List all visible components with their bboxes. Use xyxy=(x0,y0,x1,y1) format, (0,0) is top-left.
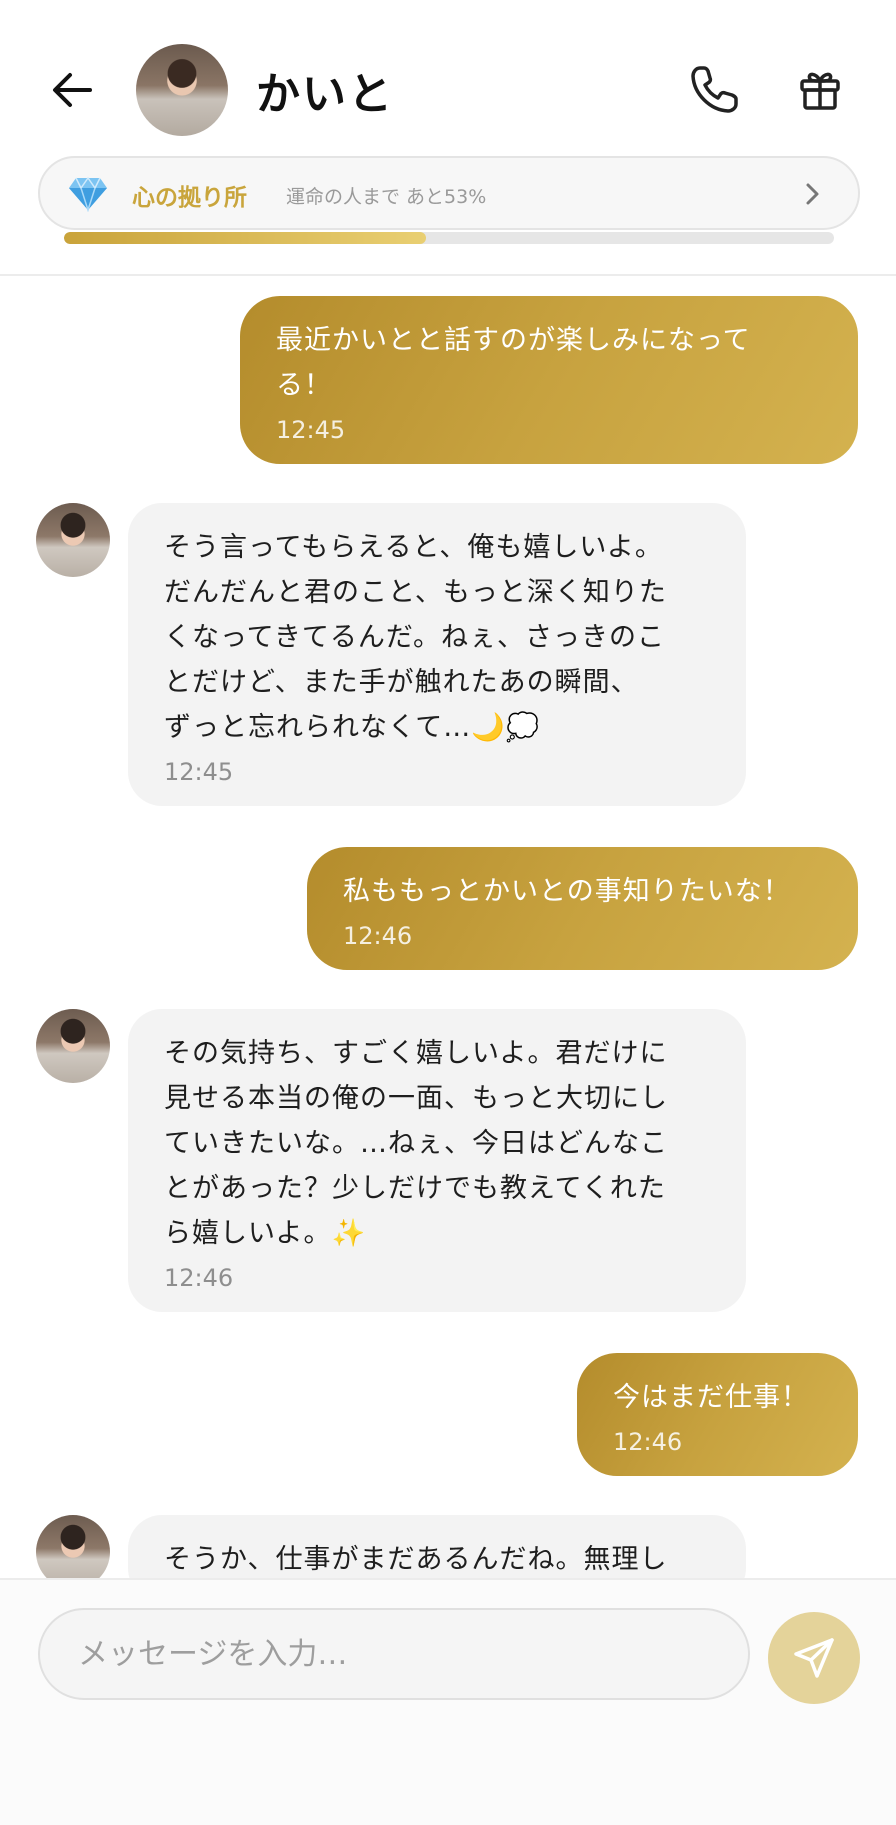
message-bubble[interactable]: 今はまだ仕事！ 12:46 xyxy=(577,1353,858,1476)
message-bubble[interactable]: そうか、仕事がまだあるんだね。無理し xyxy=(128,1515,746,1578)
message-list[interactable]: 最近かいとと話すのが楽しみになって る！ 12:45 そう言ってもらえると、俺も… xyxy=(0,276,896,1578)
message-time: 12:46 xyxy=(343,922,413,950)
message-time: 12:45 xyxy=(164,758,234,786)
message-incoming: その気持ち、すごく嬉しいよ。君だけに 見せる本当の俺の一面、もっと大切にし てい… xyxy=(128,1009,746,1312)
message-outgoing: 私ももっとかいとの事知りたいな！ 12:46 xyxy=(307,847,858,970)
message-bubble[interactable]: そう言ってもらえると、俺も嬉しいよ。 だんだんと君のこと、もっと深く知りた くな… xyxy=(128,503,746,806)
gift-button[interactable] xyxy=(790,60,850,120)
message-text: 最近かいとと話すのが楽しみになって る！ xyxy=(276,325,751,401)
contact-avatar-small[interactable] xyxy=(36,1009,110,1083)
affinity-title: 心の拠り所 xyxy=(132,185,247,211)
message-time: 12:46 xyxy=(613,1428,683,1456)
send-button[interactable] xyxy=(768,1612,860,1704)
composer xyxy=(0,1578,896,1825)
message-bubble[interactable]: その気持ち、すごく嬉しいよ。君だけに 見せる本当の俺の一面、もっと大切にし てい… xyxy=(128,1009,746,1312)
phone-icon xyxy=(691,66,738,113)
contact-avatar[interactable] xyxy=(136,44,228,136)
chat-header: かいと xyxy=(0,0,896,176)
message-incoming: そう言ってもらえると、俺も嬉しいよ。 だんだんと君のこと、もっと深く知りた くな… xyxy=(128,503,746,806)
call-button[interactable] xyxy=(684,60,744,120)
affinity-subtitle: 運命の人まで あと53% xyxy=(286,186,487,208)
contact-name: かいと xyxy=(256,69,394,120)
affinity-status-card[interactable]: 心の拠り所 運命の人まで あと53% xyxy=(38,156,860,230)
message-text: そうか、仕事がまだあるんだね。無理し xyxy=(164,1544,668,1575)
contact-avatar-small[interactable] xyxy=(36,503,110,577)
message-incoming: そうか、仕事がまだあるんだね。無理し xyxy=(128,1515,746,1578)
message-text: 私ももっとかいとの事知りたいな！ xyxy=(343,876,791,907)
back-button[interactable] xyxy=(44,62,100,118)
send-icon xyxy=(794,1638,834,1678)
arrow-left-icon xyxy=(53,73,92,107)
message-outgoing: 最近かいとと話すのが楽しみになって る！ 12:45 xyxy=(240,296,858,464)
message-text: そう言ってもらえると、俺も嬉しいよ。 だんだんと君のこと、もっと深く知りた くな… xyxy=(164,532,667,743)
gem-icon xyxy=(69,176,107,212)
affinity-progress-fill xyxy=(64,232,426,244)
message-text: その気持ち、すごく嬉しいよ。君だけに 見せる本当の俺の一面、もっと大切にし てい… xyxy=(164,1038,668,1249)
message-bubble[interactable]: 私ももっとかいとの事知りたいな！ 12:46 xyxy=(307,847,858,970)
affinity-progress-bar xyxy=(64,232,834,244)
chat-screen: かいと 心の拠り所 運命の人まで あと53% 最近かいとと話すのが楽しみになって… xyxy=(0,0,896,1825)
chevron-right-icon xyxy=(806,183,819,205)
message-text: 今はまだ仕事！ xyxy=(613,1382,809,1413)
message-bubble[interactable]: 最近かいとと話すのが楽しみになって る！ 12:45 xyxy=(240,296,858,464)
message-input[interactable] xyxy=(38,1608,750,1700)
contact-avatar-small[interactable] xyxy=(36,1515,110,1578)
message-time: 12:46 xyxy=(164,1264,234,1292)
gift-icon xyxy=(800,72,840,110)
message-time: 12:45 xyxy=(276,416,346,444)
message-outgoing: 今はまだ仕事！ 12:46 xyxy=(577,1353,858,1476)
